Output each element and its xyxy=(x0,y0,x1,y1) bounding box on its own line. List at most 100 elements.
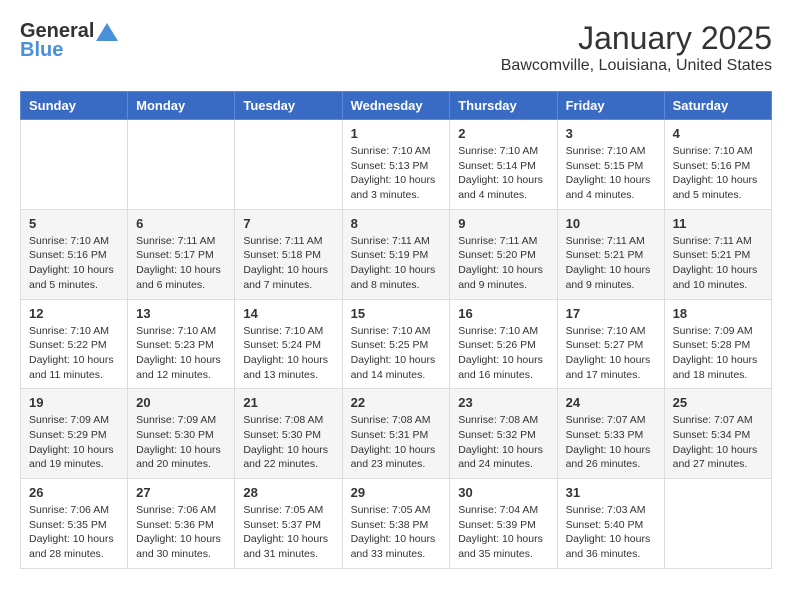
day-info: Sunrise: 7:07 AM Sunset: 5:33 PM Dayligh… xyxy=(566,413,656,472)
logo-blue-text: Blue xyxy=(20,39,63,62)
page-header: General Blue January 2025 Bawcomville, L… xyxy=(20,20,772,75)
title-block: January 2025 Bawcomville, Louisiana, Uni… xyxy=(501,20,772,75)
calendar-day-cell: 7Sunrise: 7:11 AM Sunset: 5:18 PM Daylig… xyxy=(235,209,342,299)
day-number: 9 xyxy=(458,216,548,231)
day-number: 19 xyxy=(29,395,119,410)
calendar-day-cell: 12 Sunrise: 7:10 AM Sunset: 5:22 PM Dayli… xyxy=(21,299,128,389)
day-info: Sunrise: 7:11 AM Sunset: 5:20 PM Dayligh… xyxy=(458,234,548,293)
calendar-day-cell: 16 Sunrise: 7:10 AM Sunset: 5:26 PM Dayli… xyxy=(450,299,557,389)
calendar-day-cell: 4Sunrise: 7:10 AM Sunset: 5:16 PM Daylig… xyxy=(664,120,771,210)
day-number: 20 xyxy=(136,395,226,410)
day-info: Sunrise: 7:10 AM Sunset: 5:22 PM Dayligh… xyxy=(29,324,119,383)
day-number: 3 xyxy=(566,126,656,141)
day-number: 7 xyxy=(243,216,333,231)
day-info: Sunrise: 7:05 AM Sunset: 5:38 PM Dayligh… xyxy=(351,503,442,562)
calendar-day-cell: 30 Sunrise: 7:04 AM Sunset: 5:39 PM Dayli… xyxy=(450,479,557,569)
calendar-empty-cell xyxy=(235,120,342,210)
calendar-week-row: 26 Sunrise: 7:06 AM Sunset: 5:35 PM Dayli… xyxy=(21,479,772,569)
day-number: 8 xyxy=(351,216,442,231)
day-number: 23 xyxy=(458,395,548,410)
day-number: 27 xyxy=(136,485,226,500)
day-number: 26 xyxy=(29,485,119,500)
day-info: Sunrise: 7:03 AM Sunset: 5:40 PM Dayligh… xyxy=(566,503,656,562)
day-info: Sunrise: 7:05 AM Sunset: 5:37 PM Dayligh… xyxy=(243,503,333,562)
calendar-day-cell: 23Sunrise: 7:08 AM Sunset: 5:32 PM Dayli… xyxy=(450,389,557,479)
day-number: 18 xyxy=(673,306,763,321)
calendar-day-cell: 6Sunrise: 7:11 AM Sunset: 5:17 PM Daylig… xyxy=(128,209,235,299)
day-info: Sunrise: 7:11 AM Sunset: 5:19 PM Dayligh… xyxy=(351,234,442,293)
logo: General Blue xyxy=(20,20,118,62)
calendar-day-cell: 10Sunrise: 7:11 AM Sunset: 5:21 PM Dayli… xyxy=(557,209,664,299)
day-number: 6 xyxy=(136,216,226,231)
day-info: Sunrise: 7:10 AM Sunset: 5:16 PM Dayligh… xyxy=(673,144,763,203)
calendar-day-cell: 24 Sunrise: 7:07 AM Sunset: 5:33 PM Dayli… xyxy=(557,389,664,479)
day-info: Sunrise: 7:06 AM Sunset: 5:35 PM Dayligh… xyxy=(29,503,119,562)
month-title: January 2025 xyxy=(501,20,772,57)
day-number: 17 xyxy=(566,306,656,321)
calendar-week-row: 1 Sunrise: 7:10 AM Sunset: 5:13 PM Daylig… xyxy=(21,120,772,210)
day-info: Sunrise: 7:11 AM Sunset: 5:21 PM Dayligh… xyxy=(566,234,656,293)
day-info: Sunrise: 7:09 AM Sunset: 5:28 PM Dayligh… xyxy=(673,324,763,383)
calendar-day-cell: 14Sunrise: 7:10 AM Sunset: 5:24 PM Dayli… xyxy=(235,299,342,389)
weekday-header-monday: Monday xyxy=(128,92,235,120)
calendar-day-cell: 19 Sunrise: 7:09 AM Sunset: 5:29 PM Dayli… xyxy=(21,389,128,479)
day-info: Sunrise: 7:10 AM Sunset: 5:25 PM Dayligh… xyxy=(351,324,442,383)
day-number: 15 xyxy=(351,306,442,321)
day-info: Sunrise: 7:11 AM Sunset: 5:21 PM Dayligh… xyxy=(673,234,763,293)
day-info: Sunrise: 7:09 AM Sunset: 5:29 PM Dayligh… xyxy=(29,413,119,472)
calendar-day-cell: 9 Sunrise: 7:11 AM Sunset: 5:20 PM Daylig… xyxy=(450,209,557,299)
calendar-day-cell: 3 Sunrise: 7:10 AM Sunset: 5:15 PM Daylig… xyxy=(557,120,664,210)
calendar-day-cell: 8 Sunrise: 7:11 AM Sunset: 5:19 PM Daylig… xyxy=(342,209,450,299)
day-info: Sunrise: 7:10 AM Sunset: 5:14 PM Dayligh… xyxy=(458,144,548,203)
calendar-table: SundayMondayTuesdayWednesdayThursdayFrid… xyxy=(20,91,772,569)
day-number: 31 xyxy=(566,485,656,500)
day-number: 30 xyxy=(458,485,548,500)
calendar-empty-cell xyxy=(21,120,128,210)
calendar-day-cell: 17 Sunrise: 7:10 AM Sunset: 5:27 PM Dayli… xyxy=(557,299,664,389)
day-info: Sunrise: 7:10 AM Sunset: 5:23 PM Dayligh… xyxy=(136,324,226,383)
weekday-header-row: SundayMondayTuesdayWednesdayThursdayFrid… xyxy=(21,92,772,120)
weekday-header-thursday: Thursday xyxy=(450,92,557,120)
calendar-day-cell: 11Sunrise: 7:11 AM Sunset: 5:21 PM Dayli… xyxy=(664,209,771,299)
calendar-day-cell: 29 Sunrise: 7:05 AM Sunset: 5:38 PM Dayli… xyxy=(342,479,450,569)
calendar-day-cell: 5Sunrise: 7:10 AM Sunset: 5:16 PM Daylig… xyxy=(21,209,128,299)
day-info: Sunrise: 7:04 AM Sunset: 5:39 PM Dayligh… xyxy=(458,503,548,562)
weekday-header-wednesday: Wednesday xyxy=(342,92,450,120)
logo-bird-icon xyxy=(96,23,118,41)
calendar-day-cell: 27 Sunrise: 7:06 AM Sunset: 5:36 PM Dayli… xyxy=(128,479,235,569)
day-info: Sunrise: 7:10 AM Sunset: 5:24 PM Dayligh… xyxy=(243,324,333,383)
day-info: Sunrise: 7:10 AM Sunset: 5:27 PM Dayligh… xyxy=(566,324,656,383)
day-number: 1 xyxy=(351,126,442,141)
calendar-day-cell: 26 Sunrise: 7:06 AM Sunset: 5:35 PM Dayli… xyxy=(21,479,128,569)
day-info: Sunrise: 7:09 AM Sunset: 5:30 PM Dayligh… xyxy=(136,413,226,472)
day-number: 13 xyxy=(136,306,226,321)
day-info: Sunrise: 7:06 AM Sunset: 5:36 PM Dayligh… xyxy=(136,503,226,562)
weekday-header-sunday: Sunday xyxy=(21,92,128,120)
calendar-day-cell: 21Sunrise: 7:08 AM Sunset: 5:30 PM Dayli… xyxy=(235,389,342,479)
calendar-week-row: 5Sunrise: 7:10 AM Sunset: 5:16 PM Daylig… xyxy=(21,209,772,299)
calendar-day-cell: 18 Sunrise: 7:09 AM Sunset: 5:28 PM Dayli… xyxy=(664,299,771,389)
calendar-day-cell: 22Sunrise: 7:08 AM Sunset: 5:31 PM Dayli… xyxy=(342,389,450,479)
day-number: 25 xyxy=(673,395,763,410)
day-info: Sunrise: 7:10 AM Sunset: 5:13 PM Dayligh… xyxy=(351,144,442,203)
day-number: 29 xyxy=(351,485,442,500)
day-info: Sunrise: 7:10 AM Sunset: 5:26 PM Dayligh… xyxy=(458,324,548,383)
day-info: Sunrise: 7:10 AM Sunset: 5:15 PM Dayligh… xyxy=(566,144,656,203)
calendar-day-cell: 31 Sunrise: 7:03 AM Sunset: 5:40 PM Dayli… xyxy=(557,479,664,569)
day-number: 22 xyxy=(351,395,442,410)
day-number: 5 xyxy=(29,216,119,231)
day-number: 28 xyxy=(243,485,333,500)
calendar-day-cell: 15 Sunrise: 7:10 AM Sunset: 5:25 PM Dayli… xyxy=(342,299,450,389)
calendar-day-cell: 25Sunrise: 7:07 AM Sunset: 5:34 PM Dayli… xyxy=(664,389,771,479)
weekday-header-tuesday: Tuesday xyxy=(235,92,342,120)
day-number: 16 xyxy=(458,306,548,321)
calendar-empty-cell xyxy=(128,120,235,210)
weekday-header-friday: Friday xyxy=(557,92,664,120)
calendar-day-cell: 1 Sunrise: 7:10 AM Sunset: 5:13 PM Daylig… xyxy=(342,120,450,210)
calendar-day-cell: 2Sunrise: 7:10 AM Sunset: 5:14 PM Daylig… xyxy=(450,120,557,210)
calendar-day-cell: 13 Sunrise: 7:10 AM Sunset: 5:23 PM Dayli… xyxy=(128,299,235,389)
calendar-day-cell: 28 Sunrise: 7:05 AM Sunset: 5:37 PM Dayli… xyxy=(235,479,342,569)
calendar-day-cell: 20 Sunrise: 7:09 AM Sunset: 5:30 PM Dayli… xyxy=(128,389,235,479)
day-number: 24 xyxy=(566,395,656,410)
day-number: 12 xyxy=(29,306,119,321)
